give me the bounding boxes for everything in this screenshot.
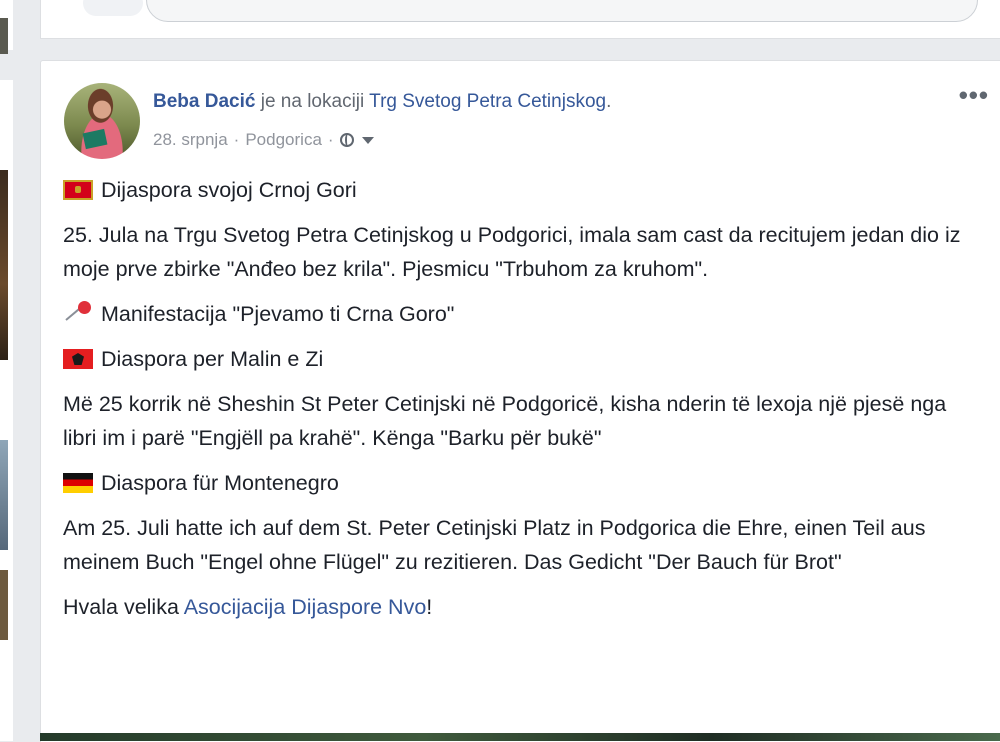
paragraph-text: Dijaspora svojoj Crnoj Gori: [101, 178, 357, 202]
paragraph-text: Manifestacija "Pjevamo ti Crna Goro": [101, 302, 455, 326]
post-header: Beba Dacić je na lokaciji Trg Svetog Pet…: [153, 91, 611, 113]
montenegro-flag-icon: [63, 180, 93, 200]
paragraph-text: Më 25 korrik në Sheshin St Peter Cetinjs…: [63, 392, 947, 450]
germany-flag-icon: [63, 473, 93, 493]
paragraph: Am 25. Juli hatte ich auf dem St. Peter …: [63, 511, 983, 579]
left-thumbnail[interactable]: [0, 18, 8, 54]
paragraph: Dijaspora svojoj Crnoj Gori: [63, 173, 983, 207]
paragraph: Hvala velika Asocijacija Dijaspore Nvo!: [63, 590, 983, 624]
paragraph-text: Diaspora per Malin e Zi: [101, 347, 324, 371]
paragraph-text: Diaspora für Montenegro: [101, 471, 339, 495]
globe-icon[interactable]: [339, 133, 354, 147]
page-link[interactable]: Asocijacija Dijaspore Nvo: [184, 595, 427, 619]
chevron-down-icon[interactable]: [361, 136, 374, 144]
feed-post: Beba Dacić je na lokaciji Trg Svetog Pet…: [40, 60, 1000, 742]
comment-input[interactable]: [146, 0, 978, 22]
post-image-preview[interactable]: [40, 733, 1000, 741]
more-options-icon[interactable]: •••: [959, 82, 989, 108]
location-link[interactable]: Trg Svetog Petra Cetinjskog: [369, 91, 606, 112]
paragraph: Më 25 korrik në Sheshin St Peter Cetinjs…: [63, 387, 983, 455]
paragraph-text: Hvala velika: [63, 595, 184, 619]
composer-card: [40, 0, 1000, 39]
avatar[interactable]: [64, 83, 140, 159]
left-thumbnail[interactable]: [0, 170, 8, 360]
paragraph: Manifestacija "Pjevamo ti Crna Goro": [63, 297, 983, 331]
paragraph-text: Am 25. Juli hatte ich auf dem St. Peter …: [63, 516, 926, 574]
left-thumbnail[interactable]: [0, 440, 8, 550]
composer-avatar[interactable]: [83, 0, 143, 16]
paragraph-text: !: [426, 595, 433, 619]
pushpin-icon: [63, 301, 93, 325]
paragraph-text: 25. Jula na Trgu Svetog Petra Cetinjskog…: [63, 223, 961, 281]
post-body: Dijaspora svojoj Crnoj Gori 25. Jula na …: [63, 173, 983, 635]
left-thumbnail[interactable]: [0, 570, 8, 640]
paragraph: 25. Jula na Trgu Svetog Petra Cetinjskog…: [63, 218, 983, 286]
paragraph: Diaspora per Malin e Zi: [63, 342, 983, 376]
meta-separator: ·: [233, 130, 240, 149]
author-name[interactable]: Beba Dacić: [153, 91, 255, 112]
albania-flag-icon: [63, 349, 93, 369]
paragraph: Diaspora für Montenegro: [63, 466, 983, 500]
location-suffix: .: [606, 91, 612, 112]
post-city[interactable]: Podgorica: [245, 130, 322, 150]
location-prefix: je na lokaciji: [255, 91, 370, 112]
meta-separator: ·: [327, 130, 334, 149]
post-date[interactable]: 28. srpnja: [153, 130, 228, 150]
post-meta: 28. srpnja · Podgorica ·: [153, 130, 374, 150]
